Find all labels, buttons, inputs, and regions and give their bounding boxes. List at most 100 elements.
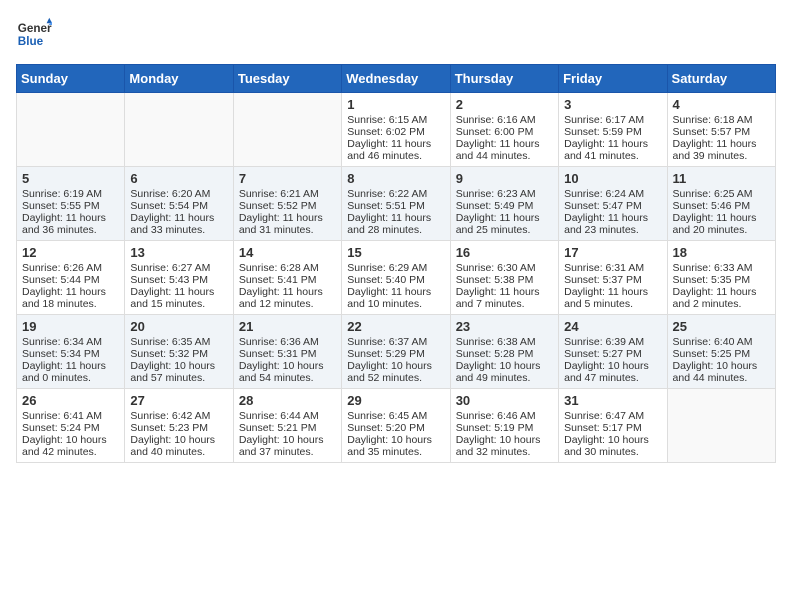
daylight-text: Daylight: 11 hours and 28 minutes. [347,212,444,236]
day-number: 27 [130,393,227,408]
sunset-text: Sunset: 5:21 PM [239,422,336,434]
sunset-text: Sunset: 5:46 PM [673,200,770,212]
day-number: 29 [347,393,444,408]
sunrise-text: Sunrise: 6:27 AM [130,262,227,274]
calendar-week-4: 19 Sunrise: 6:34 AMSunset: 5:34 PM Dayligh… [17,315,776,389]
sunrise-text: Sunrise: 6:30 AM [456,262,553,274]
daylight-text: Daylight: 11 hours and 12 minutes. [239,286,336,310]
calendar-cell: 9Sunrise: 6:23 AMSunset: 5:49 PMDaylight… [450,167,558,241]
sunset-text: Sunset: 6:02 PM [347,126,444,138]
sunset-text: Sunset: 5:20 PM [347,422,444,434]
calendar-cell: 16Sunrise: 6:30 AMSunset: 5:38 PMDayligh… [450,241,558,315]
sunrise-text: Sunrise: 6:20 AM [130,188,227,200]
calendar-week-2: 5Sunrise: 6:19 AMSunset: 5:55 PMDaylight… [17,167,776,241]
calendar-cell: 12Sunrise: 6:26 AMSunset: 5:44 PMDayligh… [17,241,125,315]
day-number: 2 [456,97,553,112]
page-header: General Blue [16,16,776,52]
daylight-text: Daylight: 11 hours and 44 minutes. [456,138,553,162]
calendar-cell: 8Sunrise: 6:22 AMSunset: 5:51 PMDaylight… [342,167,450,241]
sunrise-text: Sunrise: 6:47 AM [564,410,661,422]
weekday-header-tuesday: Tuesday [233,65,341,93]
weekday-header-monday: Monday [125,65,233,93]
day-number: 6 [130,171,227,186]
day-number: 4 [673,97,770,112]
sunset-text: Sunset: 5:31 PM [239,348,336,360]
sunrise-text: Sunrise: 6:37 AM [347,336,444,348]
sunrise-text: Sunrise: 6:33 AM [673,262,770,274]
day-number: 16 [456,245,553,260]
day-number: 30 [456,393,553,408]
calendar-cell [17,93,125,167]
weekday-header-thursday: Thursday [450,65,558,93]
calendar-cell: 4Sunrise: 6:18 AMSunset: 5:57 PMDaylight… [667,93,775,167]
day-number: 14 [239,245,336,260]
calendar-cell: 7Sunrise: 6:21 AMSunset: 5:52 PMDaylight… [233,167,341,241]
calendar-cell: 10Sunrise: 6:24 AMSunset: 5:47 PMDayligh… [559,167,667,241]
sunrise-text: Sunrise: 6:35 AM [130,336,227,348]
sunrise-text: Sunrise: 6:18 AM [673,114,770,126]
sunset-text: Sunset: 5:34 PM [22,348,119,360]
sunset-text: Sunset: 5:23 PM [130,422,227,434]
calendar-cell: 27Sunrise: 6:42 AMSunset: 5:23 PMDayligh… [125,389,233,463]
sunrise-text: Sunrise: 6:26 AM [22,262,119,274]
sunset-text: Sunset: 5:29 PM [347,348,444,360]
sunrise-text: Sunrise: 6:46 AM [456,410,553,422]
calendar-cell: 20Sunrise: 6:35 AMSunset: 5:32 PMDayligh… [125,315,233,389]
sunset-text: Sunset: 5:57 PM [673,126,770,138]
day-number: 15 [347,245,444,260]
sunrise-text: Sunrise: 6:15 AM [347,114,444,126]
calendar-cell: 30Sunrise: 6:46 AMSunset: 5:19 PMDayligh… [450,389,558,463]
daylight-text: Daylight: 10 hours and 57 minutes. [130,360,227,384]
sunset-text: Sunset: 5:27 PM [564,348,661,360]
day-number: 5 [22,171,119,186]
sunset-text: Sunset: 5:44 PM [22,274,119,286]
calendar-cell: 18Sunrise: 6:33 AMSunset: 5:35 PMDayligh… [667,241,775,315]
day-number: 21 [239,319,336,334]
daylight-text: Daylight: 11 hours and 15 minutes. [130,286,227,310]
calendar-cell: 11Sunrise: 6:25 AMSunset: 5:46 PMDayligh… [667,167,775,241]
daylight-text: Daylight: 11 hours and 41 minutes. [564,138,661,162]
sunrise-text: Sunrise: 6:34 AM [22,336,119,348]
daylight-text: Daylight: 10 hours and 49 minutes. [456,360,553,384]
calendar-cell: 14 Sunrise: 6:28 AMSunset: 5:41 PMDayligh… [233,241,341,315]
sunset-text: Sunset: 5:35 PM [673,274,770,286]
calendar-cell: 6Sunrise: 6:20 AMSunset: 5:54 PMDaylight… [125,167,233,241]
sunset-text: Sunset: 5:43 PM [130,274,227,286]
sunrise-text: Sunrise: 6:17 AM [564,114,661,126]
calendar-table: SundayMondayTuesdayWednesdayThursdayFrid… [16,64,776,463]
daylight-text: Daylight: 11 hours and 36 minutes. [22,212,119,236]
day-number: 3 [564,97,661,112]
calendar-cell: 22Sunrise: 6:37 AMSunset: 5:29 PMDayligh… [342,315,450,389]
sunrise-text: Sunrise: 6:28 AM [239,262,336,274]
sunset-text: Sunset: 5:17 PM [564,422,661,434]
day-number: 13 [130,245,227,260]
daylight-text: Daylight: 10 hours and 32 minutes. [456,434,553,458]
daylight-text: Daylight: 11 hours and 2 minutes. [673,286,770,310]
calendar-cell: 3Sunrise: 6:17 AMSunset: 5:59 PMDaylight… [559,93,667,167]
sunrise-text: Sunrise: 6:39 AM [564,336,661,348]
sunrise-text: Sunrise: 6:40 AM [673,336,770,348]
calendar-week-1: 1Sunrise: 6:15 AMSunset: 6:02 PMDaylight… [17,93,776,167]
sunrise-text: Sunrise: 6:38 AM [456,336,553,348]
sunset-text: Sunset: 5:52 PM [239,200,336,212]
svg-text:Blue: Blue [18,35,44,48]
calendar-cell [233,93,341,167]
day-number: 10 [564,171,661,186]
logo-icon: General Blue [16,16,52,52]
sunrise-text: Sunrise: 6:22 AM [347,188,444,200]
daylight-text: Daylight: 11 hours and 25 minutes. [456,212,553,236]
sunset-text: Sunset: 5:41 PM [239,274,336,286]
daylight-text: Daylight: 10 hours and 30 minutes. [564,434,661,458]
day-number: 11 [673,171,770,186]
daylight-text: Daylight: 11 hours and 23 minutes. [564,212,661,236]
daylight-text: Daylight: 11 hours and 33 minutes. [130,212,227,236]
calendar-week-5: 26Sunrise: 6:41 AMSunset: 5:24 PMDayligh… [17,389,776,463]
sunrise-text: Sunrise: 6:25 AM [673,188,770,200]
daylight-text: Daylight: 10 hours and 54 minutes. [239,360,336,384]
calendar-cell: 26Sunrise: 6:41 AMSunset: 5:24 PMDayligh… [17,389,125,463]
day-number: 12 [22,245,119,260]
day-number: 19 [22,319,119,334]
sunrise-text: Sunrise: 6:29 AM [347,262,444,274]
day-number: 8 [347,171,444,186]
sunrise-text: Sunrise: 6:45 AM [347,410,444,422]
